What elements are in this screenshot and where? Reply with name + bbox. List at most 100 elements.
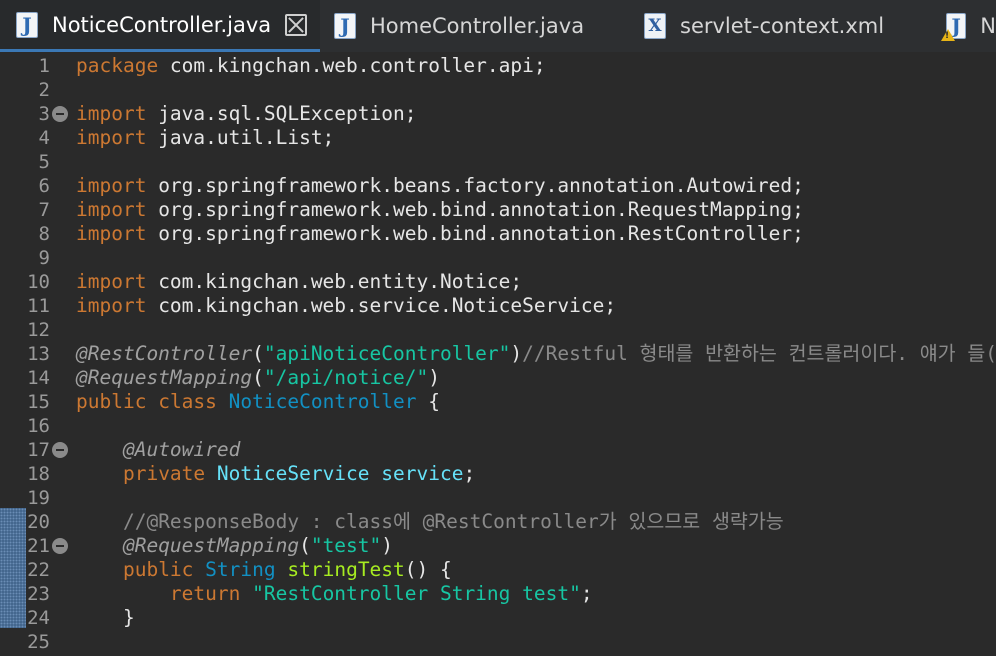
code-token: import [76,294,147,317]
code-token: @RequestMapping [122,534,300,557]
code-line[interactable]: 18 private NoticeService service; [0,462,996,486]
code-line[interactable]: 6 import org.springframework.beans.factor… [0,174,996,198]
code-text: } [76,606,135,630]
code-token: () { [404,558,452,581]
code-editor[interactable]: 1 package com.kingchan.web.controller.api… [0,52,996,656]
line-number: 23 [27,583,50,605]
line-number: 8 [38,223,50,245]
code-line[interactable]: 21 @RequestMapping("test") [0,534,996,558]
code-text: @RestController("apiNoticeController")//… [76,342,996,366]
line-number: 7 [38,199,50,221]
code-line[interactable]: 5 [0,150,996,174]
code-line[interactable]: 14 @RequestMapping("/api/notice/") [0,366,996,390]
code-text: public class NoticeController { [76,390,440,414]
line-number: 2 [38,79,50,101]
line-number: 18 [27,463,50,485]
line-number: 3 [38,103,50,125]
code-line[interactable]: 4 import java.util.List; [0,126,996,150]
tab-home-controller[interactable]: J HomeController.java [320,0,630,52]
code-line[interactable]: 9 [0,246,996,270]
code-line[interactable]: 11 import com.kingchan.web.service.Notice… [0,294,996,318]
line-number: 12 [27,319,50,341]
code-token: @RequestMapping [76,366,253,389]
line-number: 10 [27,271,50,293]
tab-notice-controller[interactable]: J NoticeController.java [0,0,320,52]
code-line[interactable]: 8 import org.springframework.web.bind.ann… [0,222,996,246]
code-line[interactable]: 20 //@ResponseBody : class에 @RestControl… [0,510,996,534]
tab-servlet-context[interactable]: X servlet-context.xml [630,0,930,52]
code-token: java.sql.SQLException; [146,102,417,125]
code-line[interactable]: 25 [0,630,996,654]
code-line[interactable]: 16 [0,414,996,438]
code-token: NoticeController [228,390,417,413]
code-text: package com.kingchan.web.controller.api; [76,54,546,78]
code-text: @RequestMapping("test") [76,534,393,558]
java-file-icon: J [334,13,356,39]
code-line[interactable]: 24 } [0,606,996,630]
tab-label: N [980,14,996,38]
close-icon[interactable] [285,13,308,36]
code-text: //@ResponseBody : class에 @RestController… [76,510,784,534]
tab-label: HomeController.java [370,14,585,38]
editor-tab-bar: J NoticeController.java J HomeController… [0,0,996,52]
code-token: com.kingchan.web.service.NoticeService; [146,294,617,317]
line-number: 22 [27,559,50,581]
code-token: stringTest [287,558,405,581]
code-token: "apiNoticeController" [263,342,511,365]
code-token: org.springframework.beans.factory.annota… [146,174,804,197]
code-line[interactable]: 2 [0,78,996,102]
code-token: import [76,270,147,293]
code-token: @Autowired [122,438,241,461]
line-number: 17 [27,439,50,461]
fold-collapse-icon[interactable] [52,442,68,458]
code-line[interactable]: 19 [0,486,996,510]
line-number: 21 [27,535,50,557]
code-text: private NoticeService service; [76,462,475,486]
code-token: ) [510,342,523,365]
code-token: ( [252,366,264,389]
code-token: com.kingchan.web.controller.api; [158,54,546,77]
code-token: String [205,558,276,581]
line-number: 1 [38,55,50,77]
code-token: class [158,390,217,413]
code-token: @RestController [76,342,253,365]
line-number: 16 [27,415,50,437]
code-text: import java.util.List; [76,126,334,150]
code-token: import [76,174,147,197]
line-number: 11 [27,295,50,317]
line-number: 6 [38,175,50,197]
code-line[interactable]: 13 @RestController("apiNoticeController")… [0,342,996,366]
code-line[interactable]: 23 return "RestController String test"; [0,582,996,606]
code-line[interactable]: 10 import com.kingchan.web.entity.Notice; [0,270,996,294]
line-number: 14 [27,367,50,389]
code-token: ( [299,534,311,557]
code-line[interactable]: 17 @Autowired [0,438,996,462]
code-line[interactable]: 1 package com.kingchan.web.controller.api… [0,54,996,78]
code-line[interactable]: 22 public String stringTest() { [0,558,996,582]
code-token: ; [463,462,476,485]
line-number: 5 [38,151,50,173]
code-token: //Restful 형태를 반환하는 컨트롤러이다. 얘가 들( [522,342,996,365]
java-file-icon: J [16,11,38,38]
code-line[interactable]: 7 import org.springframework.web.bind.ann… [0,198,996,222]
line-number: 15 [27,391,50,413]
code-token: public [122,558,194,581]
code-line[interactable]: 15 public class NoticeController { [0,390,996,414]
code-line[interactable]: 3 import java.sql.SQLException; [0,102,996,126]
code-token: service [381,462,464,485]
fold-collapse-icon[interactable] [52,538,68,554]
fold-collapse-icon[interactable] [52,106,68,122]
tab-overflow-java[interactable]: J ! N [930,0,996,52]
code-line[interactable]: 12 [0,318,996,342]
code-text: public String stringTest() { [76,558,452,582]
code-token: ) [381,534,394,557]
